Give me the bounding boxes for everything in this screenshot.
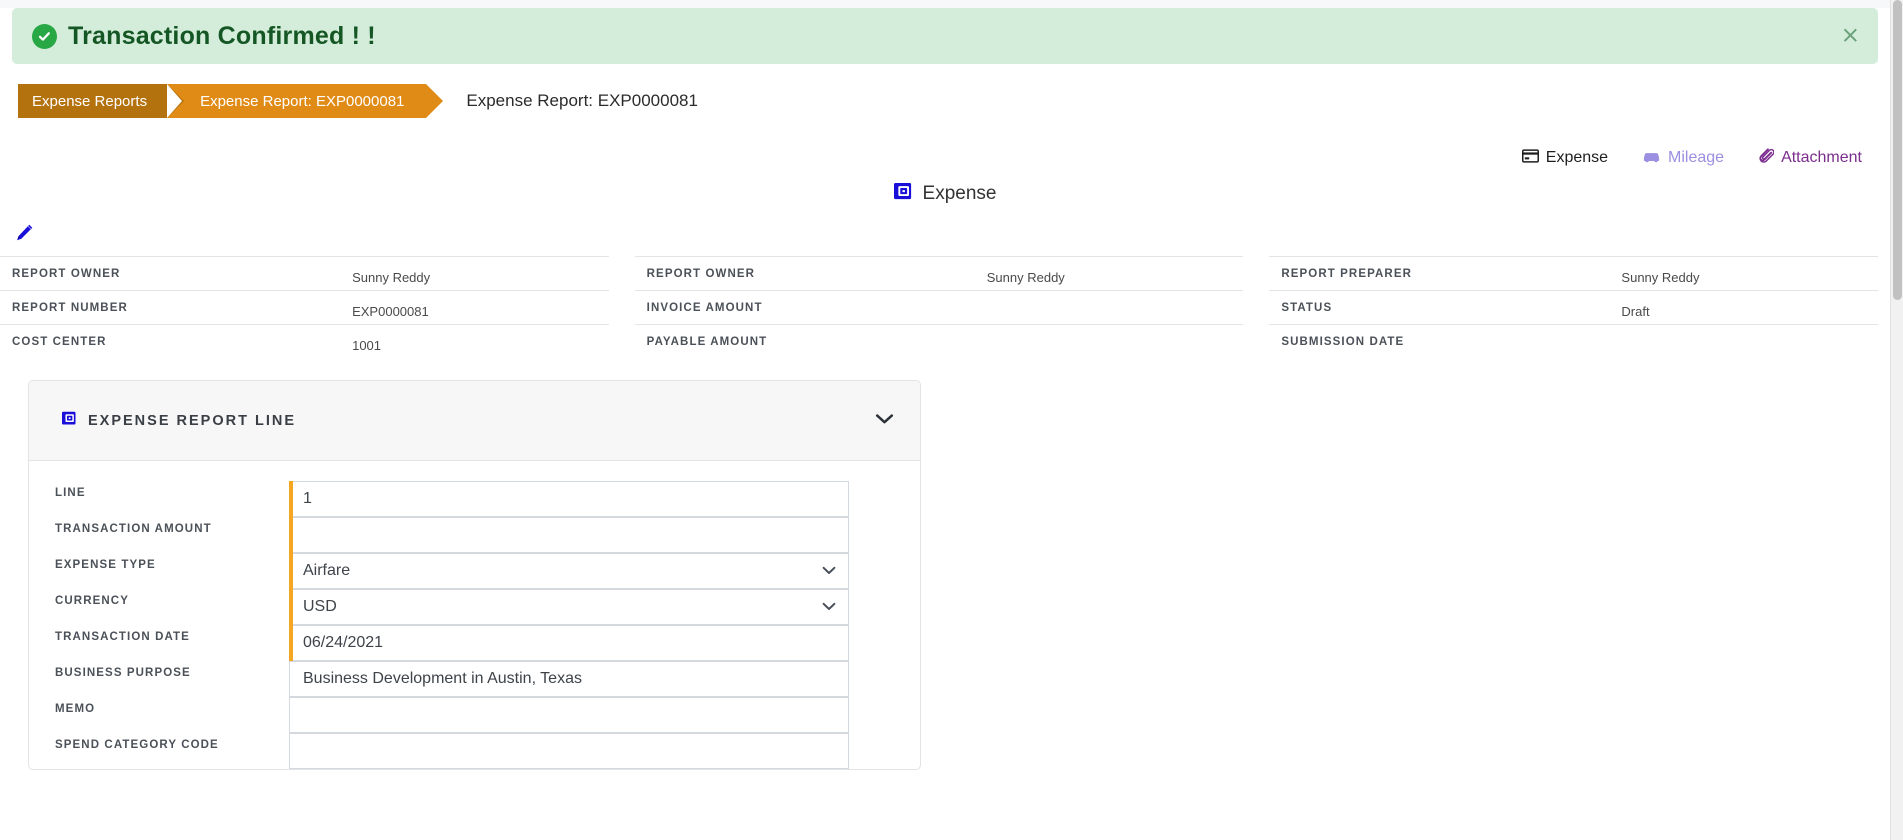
top-strip	[0, 0, 1890, 8]
summary-row: REPORT PREPARER Sunny Reddy	[1269, 256, 1878, 290]
summary-value: 1001	[352, 337, 382, 353]
field-label: TRANSACTION DATE	[55, 631, 190, 643]
summary-row: REPORT OWNER Sunny Reddy	[634, 256, 1244, 290]
action-link-mileage[interactable]: Mileage	[1642, 149, 1724, 168]
expense-report-line-title: EXPENSE REPORT LINE	[88, 412, 297, 429]
page-title: Expense Report: EXP0000081	[466, 91, 698, 110]
check-circle-icon	[32, 23, 57, 49]
summary-value	[1621, 338, 1878, 345]
status-badge: Draft	[1621, 303, 1650, 319]
edit-row	[0, 222, 1890, 252]
pencil-icon[interactable]	[13, 222, 35, 249]
scrollbar-thumb[interactable]	[1893, 0, 1902, 300]
car-icon	[1642, 149, 1661, 168]
summary-label: REPORT OWNER	[646, 267, 756, 280]
expense-report-line-form: LINE 1 TRANSACTION AMOUNT EXPENSE TYPE A…	[29, 461, 920, 769]
vertical-scrollbar[interactable]	[1890, 0, 1903, 840]
summary-label: REPORT PREPARER	[1281, 267, 1412, 280]
summary-column-middle: REPORT OWNER Sunny Reddy INVOICE AMOUNT …	[634, 256, 1244, 358]
summary-row: REPORT OWNER Sunny Reddy	[0, 256, 609, 290]
summary-row: PAYABLE AMOUNT	[634, 324, 1244, 358]
field-label: TRANSACTION AMOUNT	[55, 523, 212, 535]
transaction-amount-input[interactable]	[289, 517, 849, 553]
breadcrumb-item-label: Expense Reports	[32, 92, 148, 110]
summary-label: REPORT NUMBER	[12, 301, 128, 314]
action-link-label: Mileage	[1668, 149, 1725, 166]
expense-report-line-title-group: EXPENSE REPORT LINE	[62, 411, 296, 430]
summary-grid: REPORT OWNER Sunny Reddy REPORT NUMBER E…	[0, 256, 1890, 358]
spend-category-code-input[interactable]	[289, 733, 849, 769]
close-icon[interactable]: ×	[1841, 24, 1860, 48]
field-label: LINE	[55, 487, 86, 499]
form-row-line: LINE 1	[29, 481, 920, 517]
action-link-label: Expense	[1545, 149, 1609, 166]
summary-column-left: REPORT OWNER Sunny Reddy REPORT NUMBER E…	[0, 256, 609, 358]
expense-type-select[interactable]: Airfare	[289, 553, 849, 589]
breadcrumb-item-expense-report[interactable]: Expense Report: EXP0000081	[167, 84, 444, 118]
summary-row: REPORT NUMBER EXP0000081	[0, 290, 609, 324]
summary-column-right: REPORT PREPARER Sunny Reddy STATUS Draft…	[1269, 256, 1878, 358]
transaction-date-input[interactable]: 06/24/2021	[289, 625, 849, 661]
expense-section-label: Expense	[922, 183, 997, 204]
success-banner-message: Transaction Confirmed ! !	[68, 21, 376, 50]
expense-report-line-header[interactable]: EXPENSE REPORT LINE	[29, 381, 920, 461]
expense-section-header: Expense	[0, 180, 1890, 208]
form-row-currency: CURRENCY USD	[29, 589, 920, 625]
business-purpose-input[interactable]: Business Development in Austin, Texas	[289, 661, 849, 697]
breadcrumb: Expense Reports Expense Report: EXP00000…	[0, 84, 1890, 118]
form-row-memo: MEMO	[29, 697, 920, 733]
expense-report-line-card: EXPENSE REPORT LINE LINE 1 TRANSACTION A…	[28, 380, 921, 770]
summary-value	[987, 338, 1244, 345]
field-label: EXPENSE TYPE	[55, 559, 156, 571]
action-links: Expense Mileage Attachment	[0, 146, 1890, 170]
summary-row: INVOICE AMOUNT	[634, 290, 1244, 324]
form-row-transaction-date: TRANSACTION DATE 06/24/2021	[29, 625, 920, 661]
page-root: Transaction Confirmed ! ! × Expense Repo…	[0, 0, 1890, 840]
field-value: USD	[303, 598, 337, 615]
field-label: BUSINESS PURPOSE	[55, 667, 191, 679]
form-row-expense-type: EXPENSE TYPE Airfare	[29, 553, 920, 589]
paperclip-icon	[1758, 147, 1775, 169]
field-value: 1	[303, 490, 312, 507]
chevron-down-icon[interactable]	[822, 562, 836, 580]
summary-label: STATUS	[1281, 301, 1333, 314]
expense-app-icon	[893, 182, 913, 206]
summary-value: EXP0000081	[352, 303, 429, 319]
expense-app-icon	[62, 411, 77, 430]
credit-card-icon	[1521, 148, 1539, 168]
breadcrumb-item-label: Expense Report: EXP0000081	[200, 92, 405, 110]
action-link-expense[interactable]: Expense	[1521, 148, 1609, 168]
summary-label: INVOICE AMOUNT	[646, 301, 763, 314]
action-link-attachment[interactable]: Attachment	[1758, 147, 1862, 169]
field-value: 06/24/2021	[303, 634, 384, 651]
form-row-business-purpose: BUSINESS PURPOSE Business Development in…	[29, 661, 920, 697]
field-label: MEMO	[55, 703, 96, 715]
field-label: CURRENCY	[55, 595, 129, 607]
field-value: Airfare	[303, 562, 351, 579]
memo-input[interactable]	[289, 697, 849, 733]
form-row-transaction-amount: TRANSACTION AMOUNT	[29, 517, 920, 553]
summary-row: STATUS Draft	[1269, 290, 1878, 324]
field-label: SPEND CATEGORY CODE	[55, 739, 219, 751]
summary-label: PAYABLE AMOUNT	[646, 335, 768, 348]
summary-label: COST CENTER	[12, 335, 107, 348]
summary-row: SUBMISSION DATE	[1269, 324, 1878, 358]
form-row-spend-category-code: SPEND CATEGORY CODE	[29, 733, 920, 769]
summary-value: Sunny Reddy	[1621, 269, 1700, 285]
summary-value	[987, 304, 1244, 311]
action-link-label: Attachment	[1781, 149, 1862, 166]
field-value: Business Development in Austin, Texas	[303, 670, 582, 687]
summary-row: COST CENTER 1001	[0, 324, 609, 358]
chevron-down-icon[interactable]	[875, 412, 894, 430]
summary-label: SUBMISSION DATE	[1281, 335, 1405, 348]
summary-value: Sunny Reddy	[352, 269, 431, 285]
chevron-down-icon[interactable]	[822, 598, 836, 616]
currency-select[interactable]: USD	[289, 589, 849, 625]
line-input[interactable]: 1	[289, 481, 849, 517]
success-banner: Transaction Confirmed ! ! ×	[12, 8, 1878, 64]
breadcrumb-item-expense-reports[interactable]: Expense Reports	[18, 84, 185, 118]
summary-label: REPORT OWNER	[12, 267, 121, 280]
summary-value: Sunny Reddy	[986, 269, 1065, 285]
